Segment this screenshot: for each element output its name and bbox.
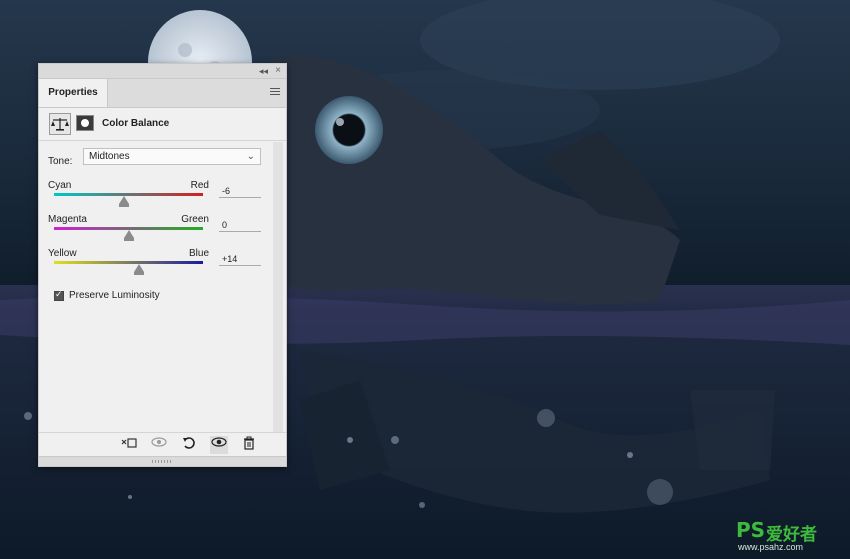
watermark-url: www.psahz.com [738,542,804,552]
slider-magenta-green: Magenta Green [39,214,269,248]
slider-left-label: Magenta [48,214,87,225]
trash-icon[interactable] [240,436,258,454]
value-field-yellow-blue[interactable] [219,252,261,266]
panel-footer [39,432,286,457]
double-chevron-left-icon[interactable]: ◂◂ [259,65,268,77]
tone-label: Tone: [48,156,73,167]
layer-mask-icon[interactable] [76,115,94,131]
slider-thumb[interactable] [123,230,134,241]
chevron-down-icon: ⌄ [246,151,255,162]
reset-icon[interactable] [180,436,198,454]
adjustment-title: Color Balance [102,118,170,129]
preserve-luminosity-checkbox[interactable] [54,289,64,301]
panel-content: Tone: Midtones ⌄ Cyan Red Magenta Green … [39,142,269,432]
slider-thumb[interactable] [119,196,130,207]
close-icon[interactable]: × [275,64,281,77]
scrollbar[interactable] [273,142,283,432]
balance-scale-icon[interactable] [49,113,71,135]
adjustment-header: Color Balance [39,108,286,141]
tone-value: Midtones [89,151,130,162]
slider-cyan-red: Cyan Red [39,180,269,214]
slider-right-label: Red [190,180,209,191]
resize-grip[interactable] [39,456,286,466]
value-field-magenta-green[interactable] [219,218,261,232]
slider-track[interactable] [54,261,203,264]
watermark-ps: PS [736,518,766,542]
view-previous-state-icon[interactable] [150,436,168,454]
properties-panel: ◂◂ × Properties Color Balance Tone: Midt… [38,63,287,467]
slider-right-label: Green [181,214,209,225]
site-watermark: PS 爱好者 www.psahz.com [736,516,844,554]
tone-dropdown[interactable]: Midtones ⌄ [83,148,261,165]
slider-left-label: Cyan [48,180,72,191]
visibility-eye-icon[interactable] [210,436,228,454]
slider-left-label: Yellow [48,248,77,259]
slider-yellow-blue: Yellow Blue [39,248,269,282]
value-field-cyan-red[interactable] [219,184,261,198]
panel-menu-icon[interactable] [270,88,280,97]
preserve-luminosity-label: Preserve Luminosity [69,290,160,301]
slider-right-label: Blue [188,248,209,259]
slider-thumb[interactable] [133,264,144,275]
panel-tabbar: Properties [39,79,286,108]
clip-to-layer-icon[interactable] [120,436,138,454]
tab-properties[interactable]: Properties [39,79,108,107]
preserve-luminosity-row[interactable]: Preserve Luminosity [54,289,160,301]
panel-topbar: ◂◂ × [39,64,286,79]
